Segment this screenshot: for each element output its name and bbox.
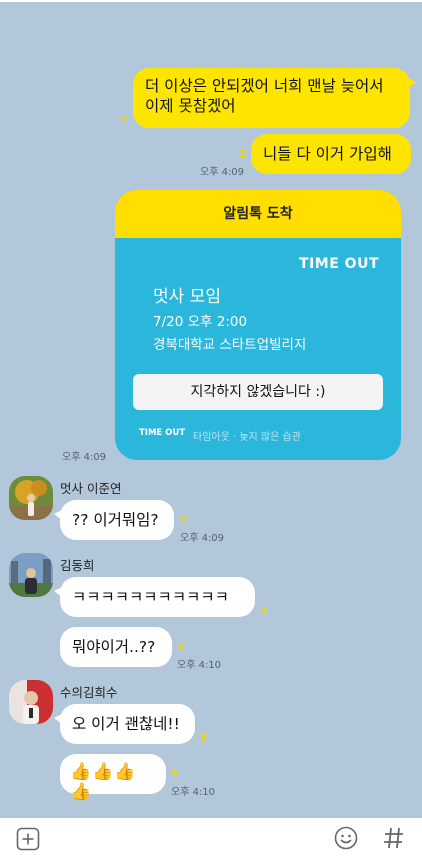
outgoing-message[interactable]: 더 이상은 안되겠어 너희 맨날 늦어서 이제 못참겠어: [133, 68, 416, 128]
unread-count: 2: [239, 149, 246, 160]
footer-brand: TIME OUT: [139, 428, 186, 438]
event-datetime: 7/20 오후 2:00: [153, 314, 248, 330]
alimtalk-card[interactable]: 알림톡 도착 TIME OUT 멋사 모임 7/20 오후 2:00 경북대학교…: [115, 190, 401, 460]
avatar[interactable]: [9, 476, 53, 520]
incoming-message[interactable]: ?? 이거뭐임?: [54, 500, 174, 540]
unread-count: 3: [260, 606, 267, 617]
card-header: 알림톡 도착: [115, 190, 401, 238]
incoming-message[interactable]: 오 이거 괜찮네!!: [54, 704, 195, 744]
event-title: 멋사 모임: [153, 287, 221, 307]
incoming-message[interactable]: 👍👍👍👍: [60, 754, 166, 802]
message-time: 오후 4:10: [177, 660, 222, 671]
message-time: 오후 4:09: [200, 167, 245, 178]
message-time: 오후 4:10: [171, 787, 216, 798]
event-place: 경북대학교 스타트업빌리지: [153, 337, 307, 353]
message-time: 오후 4:09: [62, 452, 107, 463]
avatar[interactable]: [9, 553, 53, 597]
emoji-icon[interactable]: [334, 826, 358, 850]
message-time: 오후 4:09: [180, 533, 225, 544]
footer-tagline: 타임아웃 · 늦지 않은 습관: [193, 432, 301, 443]
unread-count: 2: [180, 514, 187, 525]
cta-button[interactable]: 지각하지 않겠습니다 :): [133, 374, 383, 410]
unread-count: 5: [200, 733, 207, 744]
card-body: TIME OUT 멋사 모임 7/20 오후 2:00 경북대학교 스타트업빌리…: [115, 238, 401, 460]
sender-name: 멋사 이준연: [60, 481, 122, 496]
plus-square-icon[interactable]: [16, 827, 40, 851]
card-brand: TIME OUT: [299, 256, 379, 272]
hash-icon[interactable]: [382, 826, 406, 850]
outgoing-message[interactable]: 니들 다 이거 가입해: [251, 134, 411, 174]
unread-count: 5: [171, 768, 178, 779]
input-bar: [0, 818, 422, 858]
top-edge: [0, 0, 422, 2]
incoming-message[interactable]: ㅋㅋㅋㅋㅋㅋㅋㅋㅋㅋㅋ: [54, 577, 255, 617]
incoming-message[interactable]: 뭐야이거..??: [60, 627, 172, 667]
avatar[interactable]: [9, 680, 53, 724]
unread-count: 2: [120, 114, 127, 125]
unread-count: 3: [177, 642, 184, 653]
sender-name: 김동희: [60, 558, 95, 573]
sender-name: 수의김희수: [60, 685, 118, 700]
